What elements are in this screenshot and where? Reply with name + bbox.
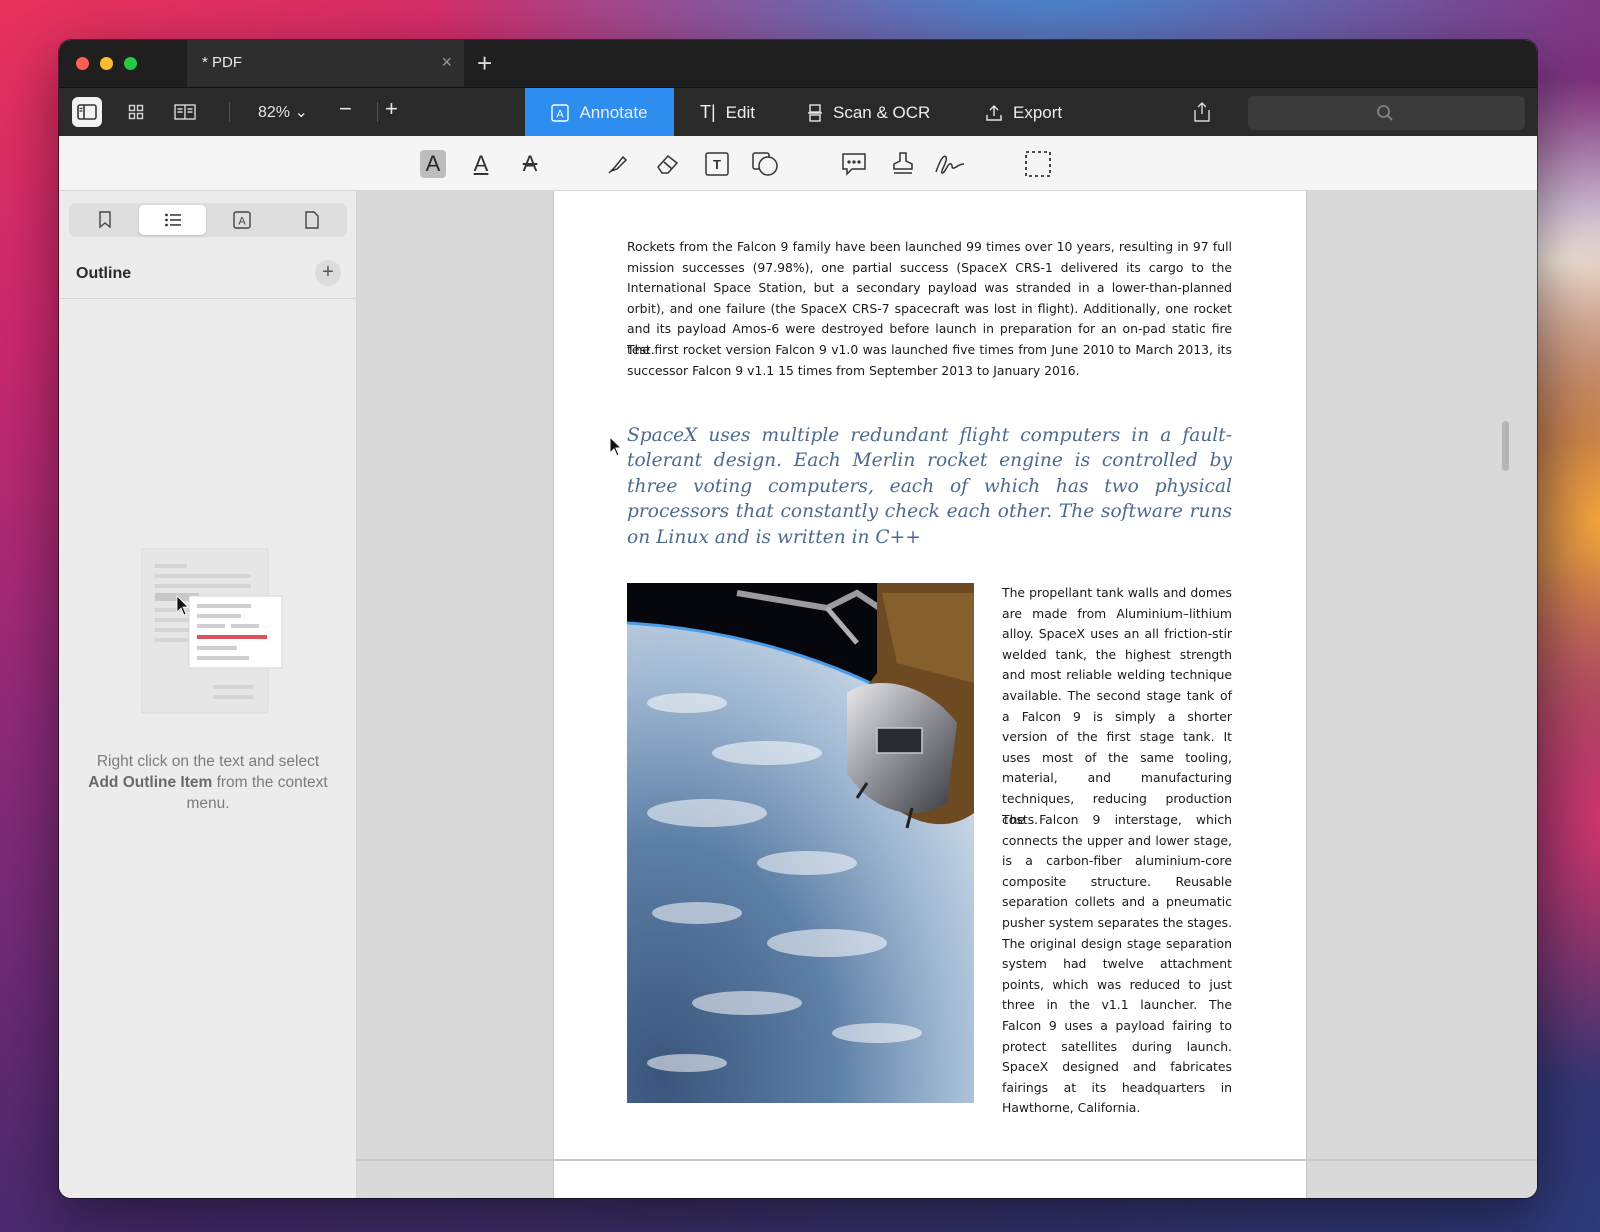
tab-bookmarks[interactable] [71, 205, 138, 235]
svg-text:T: T [713, 157, 721, 172]
toolbar-separator [229, 102, 230, 122]
mode-scan-ocr[interactable]: Scan & OCR [807, 88, 930, 137]
text-strikethrough-icon[interactable]: A [514, 148, 546, 180]
mode-label: Edit [725, 102, 755, 122]
outline-hint: Right click on the text and select Add O… [83, 751, 333, 814]
eraser-icon[interactable] [652, 148, 684, 180]
title-bar: * PDF × + [59, 40, 1537, 87]
zoom-in-icon[interactable]: + [385, 96, 398, 122]
document-tab[interactable]: * PDF × [187, 40, 464, 87]
outline-empty-illustration [140, 547, 286, 718]
outline-list-icon [164, 213, 181, 227]
app-window: * PDF × + 82% ⌄ − + A Annotate T| Edit S… [59, 40, 1537, 1198]
search-field[interactable] [1248, 96, 1525, 130]
add-outline-icon[interactable]: + [315, 260, 341, 286]
sidebar-divider [59, 298, 357, 299]
tab-pages[interactable] [278, 205, 345, 235]
signature-icon[interactable] [934, 148, 966, 180]
tab-outline[interactable] [139, 205, 206, 235]
pull-quote[interactable]: SpaceX uses multiple redundant flight co… [627, 423, 1232, 550]
pdf-page[interactable]: Rockets from the Falcon 9 family have be… [554, 191, 1306, 1198]
zoom-window-button[interactable] [124, 57, 137, 70]
main-toolbar: 82% ⌄ − + A Annotate T| Edit Scan & OCR … [59, 87, 1537, 137]
highlighter-icon[interactable] [602, 148, 634, 180]
stamp-icon[interactable] [887, 148, 919, 180]
export-icon [986, 104, 1002, 121]
page-icon [304, 211, 319, 229]
search-icon [1377, 105, 1393, 121]
selection-icon[interactable] [1022, 148, 1054, 180]
mode-label: Annotate [579, 102, 648, 122]
hint-bold-text: Add Outline Item [88, 774, 213, 791]
text-underline-icon[interactable]: A [465, 148, 497, 180]
sidebar: A Outline + Right click on the text and … [59, 191, 357, 1198]
chevron-down-icon: ⌄ [294, 104, 308, 121]
mode-annotate[interactable]: A Annotate [525, 88, 674, 137]
vertical-scrollbar[interactable] [1502, 421, 1509, 471]
outline-title: Outline [76, 265, 132, 282]
paragraph[interactable]: The Falcon 9 interstage, which connects … [1002, 810, 1232, 1119]
bookmark-icon [98, 211, 111, 229]
svg-text:A: A [557, 108, 565, 120]
minimize-window-button[interactable] [100, 57, 113, 70]
sidebar-toggle-icon[interactable] [72, 97, 102, 127]
comment-icon[interactable] [838, 148, 870, 180]
paragraph[interactable]: The first rocket version Falcon 9 v1.0 w… [627, 340, 1232, 381]
share-icon[interactable] [1187, 97, 1217, 127]
tab-annotations[interactable]: A [208, 205, 275, 235]
space-station-photo[interactable] [627, 583, 974, 1103]
mouse-cursor-icon [609, 435, 623, 463]
thumbnail-grid-icon[interactable] [121, 97, 151, 127]
toolbar-separator [377, 102, 378, 122]
scan-icon [808, 103, 822, 122]
annotation-toolbar: A A A T || [59, 136, 1537, 266]
new-tab-icon[interactable]: + [477, 49, 492, 77]
mode-edit[interactable]: T| Edit [700, 88, 755, 137]
zoom-value: 82% [258, 104, 291, 121]
text-highlight-icon[interactable]: A [420, 150, 446, 178]
paragraph[interactable]: The propellant tank walls and domes are … [1002, 583, 1232, 830]
svg-text:A: A [238, 216, 246, 228]
close-tab-icon[interactable]: × [441, 52, 452, 72]
text-box-icon[interactable]: T [701, 148, 733, 180]
sidebar-tabs: A [69, 203, 347, 237]
reading-mode-icon[interactable] [170, 97, 200, 127]
shapes-icon[interactable] [749, 148, 781, 180]
close-window-button[interactable] [76, 57, 89, 70]
zoom-dropdown[interactable]: 82% ⌄ [258, 102, 308, 122]
mode-label: Export [1013, 102, 1063, 122]
annotate-icon: A [551, 103, 570, 122]
zoom-out-icon[interactable]: − [339, 96, 352, 122]
hint-text: Right click on the text and select [96, 753, 320, 770]
text-cursor-icon: T| [700, 102, 716, 122]
document-viewport[interactable]: Rockets from the Falcon 9 family have be… [357, 191, 1537, 1198]
mode-export[interactable]: Export [985, 88, 1062, 137]
annotations-icon: A [232, 211, 251, 229]
mode-label: Scan & OCR [833, 102, 931, 122]
tab-title: * PDF [202, 54, 243, 71]
horizontal-scrollbar[interactable] [357, 1159, 1537, 1161]
